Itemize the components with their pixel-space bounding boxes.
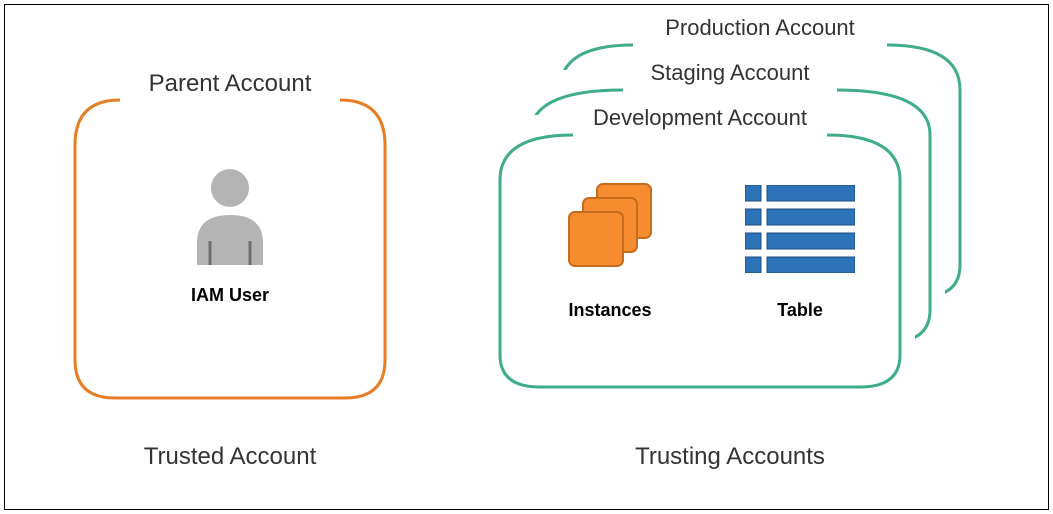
table-label: Table — [725, 300, 875, 321]
diagram-container: Parent Account IAM User Trusted Account … — [4, 4, 1049, 510]
instances-icon — [565, 180, 661, 276]
iam-user-label: IAM User — [60, 285, 400, 306]
trusted-account-label: Trusted Account — [60, 443, 400, 471]
iam-user-icon — [191, 165, 269, 269]
trusting-accounts-stack: Production Account Staging Account Devel… — [485, 25, 975, 410]
development-account-card: Development Account Instances Table — [485, 115, 915, 395]
production-account-title: Production Account — [545, 15, 975, 41]
development-account-title: Development Account — [485, 105, 915, 131]
trusting-accounts-label: Trusting Accounts — [485, 443, 975, 471]
staging-account-title: Staging Account — [515, 60, 945, 86]
parent-account-title: Parent Account — [60, 70, 400, 98]
instances-label: Instances — [525, 300, 695, 321]
parent-account-card: Parent Account IAM User — [60, 80, 400, 405]
table-icon — [745, 185, 855, 273]
